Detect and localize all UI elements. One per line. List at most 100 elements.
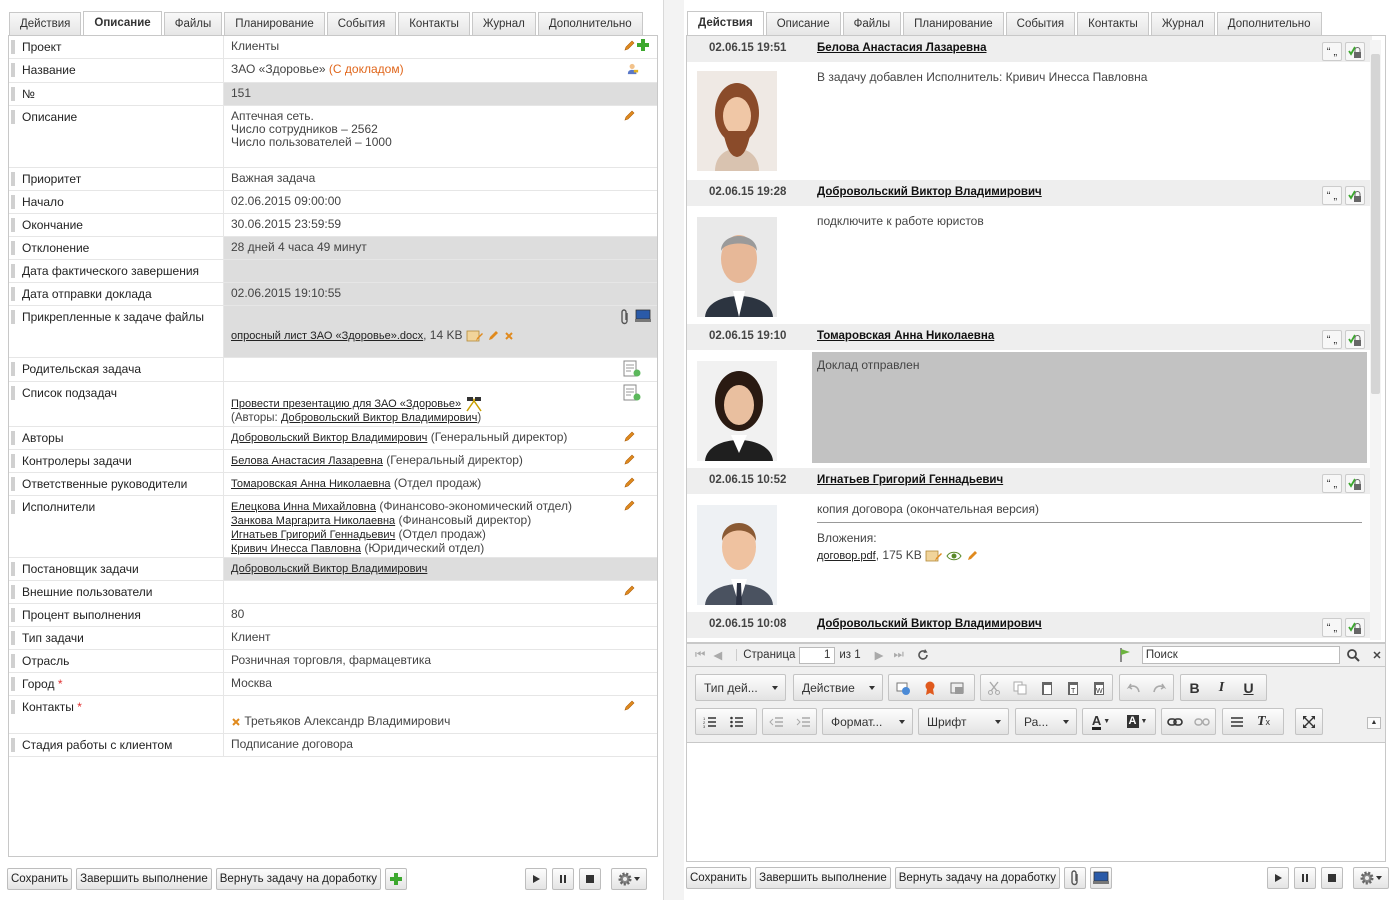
attachment-link[interactable]: договор.pdf bbox=[817, 550, 876, 562]
stop-button[interactable] bbox=[1321, 867, 1343, 889]
underline-icon[interactable]: U bbox=[1235, 674, 1262, 701]
edit-pencil-icon[interactable] bbox=[966, 550, 978, 562]
size-select[interactable]: Ра... bbox=[1015, 708, 1077, 735]
executor-link[interactable]: Елецкова Инна Михайловна bbox=[231, 501, 376, 513]
file-edit-icon[interactable] bbox=[925, 549, 943, 563]
settings-menu-button[interactable] bbox=[1353, 867, 1389, 889]
unlink-icon[interactable] bbox=[1189, 708, 1216, 735]
scanner-icon[interactable] bbox=[635, 309, 651, 323]
edit-pencil-icon[interactable] bbox=[623, 700, 635, 712]
undo-icon[interactable] bbox=[1120, 674, 1147, 701]
save-button[interactable]: Сохранить bbox=[7, 868, 73, 890]
collapse-toolbar-icon[interactable]: ▲ bbox=[1367, 717, 1381, 729]
entry-settings-button[interactable] bbox=[1345, 474, 1365, 493]
pause-button[interactable] bbox=[1294, 867, 1316, 889]
entry-settings-button[interactable] bbox=[1345, 618, 1365, 637]
play-button[interactable] bbox=[1267, 867, 1289, 889]
feed-scrollbar[interactable] bbox=[1370, 40, 1381, 640]
entry-settings-button[interactable] bbox=[1345, 42, 1365, 61]
settings-menu-button[interactable] bbox=[611, 868, 647, 890]
tab-planning[interactable]: Планирование bbox=[903, 12, 1004, 35]
paperclip-icon[interactable] bbox=[619, 309, 631, 325]
numbered-list-icon[interactable]: 123 bbox=[696, 708, 723, 735]
stop-button[interactable] bbox=[579, 868, 601, 890]
subtask-author-link[interactable]: Добровольский Виктор Владимирович bbox=[281, 412, 477, 424]
edit-pencil-icon[interactable] bbox=[623, 585, 635, 597]
entry-author-link[interactable]: Добровольский Виктор Владимирович bbox=[817, 186, 1042, 198]
tab-files[interactable]: Файлы bbox=[842, 12, 902, 35]
add-subtask-icon[interactable] bbox=[622, 384, 642, 402]
executor-link[interactable]: Игнатьев Григорий Геннадьевич bbox=[231, 529, 395, 541]
action-select[interactable]: Действие bbox=[793, 674, 883, 701]
eye-icon[interactable] bbox=[946, 550, 963, 562]
insert-comment-icon[interactable] bbox=[889, 674, 916, 701]
author-link[interactable]: Добровольский Виктор Владимирович bbox=[231, 432, 427, 444]
award-icon[interactable] bbox=[916, 674, 943, 701]
tab-planning[interactable]: Планирование bbox=[224, 12, 325, 35]
subtask-link[interactable]: Провести презентацию для ЗАО «Здоровье» bbox=[231, 398, 461, 410]
cut-icon[interactable] bbox=[981, 674, 1007, 701]
action-type-select[interactable]: Тип дей... bbox=[695, 674, 786, 701]
search-icon[interactable] bbox=[1346, 648, 1360, 662]
tab-additional[interactable]: Дополнительно bbox=[537, 12, 643, 35]
refresh-icon[interactable] bbox=[916, 648, 930, 662]
entry-author-link[interactable]: Игнатьев Григорий Геннадьевич bbox=[817, 474, 1003, 486]
entry-settings-button[interactable] bbox=[1345, 186, 1365, 205]
indent-icon[interactable] bbox=[790, 708, 817, 735]
scrollbar-thumb[interactable] bbox=[1371, 54, 1380, 394]
play-button[interactable] bbox=[525, 868, 547, 890]
tab-actions[interactable]: Действия bbox=[9, 12, 82, 35]
scan-button[interactable] bbox=[1089, 867, 1112, 889]
format-select[interactable]: Формат... bbox=[822, 708, 913, 735]
quote-button[interactable]: “ „ bbox=[1322, 186, 1342, 205]
edit-pencil-icon[interactable] bbox=[623, 477, 635, 489]
maximize-button[interactable] bbox=[1295, 708, 1323, 735]
edit-pencil-icon[interactable] bbox=[623, 110, 635, 122]
tab-additional[interactable]: Дополнительно bbox=[1216, 12, 1322, 35]
bold-icon[interactable]: B bbox=[1181, 674, 1208, 701]
entry-author-link[interactable]: Белова Анастасия Лазаревна bbox=[817, 42, 986, 54]
bullet-list-icon[interactable] bbox=[723, 708, 750, 735]
quote-button[interactable]: “ „ bbox=[1322, 42, 1342, 61]
tab-description[interactable]: Описание bbox=[83, 11, 162, 36]
italic-icon[interactable]: I bbox=[1208, 674, 1235, 701]
entry-settings-button[interactable] bbox=[1345, 330, 1365, 349]
clear-format-icon[interactable]: Tx bbox=[1250, 708, 1277, 735]
tab-journal[interactable]: Журнал bbox=[1150, 12, 1215, 35]
template-icon[interactable] bbox=[943, 674, 970, 701]
tab-journal[interactable]: Журнал bbox=[471, 12, 536, 35]
text-color-icon[interactable]: A ▼ bbox=[1083, 708, 1119, 735]
redo-icon[interactable] bbox=[1147, 674, 1174, 701]
page-number-input[interactable]: 1 bbox=[799, 646, 836, 664]
prev-page-icon[interactable]: ◀ bbox=[713, 648, 722, 662]
finish-execution-button[interactable]: Завершить выполнение bbox=[76, 868, 212, 890]
entry-author-link[interactable]: Томаровская Анна Николаевна bbox=[817, 330, 994, 342]
comment-editor[interactable] bbox=[686, 743, 1386, 862]
quote-button[interactable]: “ „ bbox=[1322, 474, 1342, 493]
background-color-icon[interactable]: A ▼ bbox=[1119, 708, 1155, 735]
attach-button[interactable] bbox=[1063, 867, 1086, 889]
file-edit-icon[interactable] bbox=[466, 329, 484, 343]
next-page-icon[interactable]: ▶ bbox=[875, 648, 884, 662]
add-button[interactable] bbox=[384, 868, 407, 890]
tab-events[interactable]: События bbox=[326, 12, 397, 35]
tab-events[interactable]: События bbox=[1005, 12, 1076, 35]
flag-icon[interactable] bbox=[1118, 647, 1132, 663]
tab-contacts[interactable]: Контакты bbox=[398, 12, 470, 35]
user-key-icon[interactable] bbox=[627, 63, 639, 75]
remove-x-icon[interactable] bbox=[231, 717, 241, 727]
search-input[interactable]: Поиск bbox=[1141, 646, 1340, 664]
paste-icon[interactable] bbox=[1033, 674, 1059, 701]
edit-pencil-icon[interactable] bbox=[487, 330, 499, 342]
outdent-icon[interactable] bbox=[763, 708, 790, 735]
tab-actions[interactable]: Действия bbox=[687, 11, 764, 36]
attached-file-link[interactable]: опросный лист ЗАО «Здоровье».docx bbox=[231, 330, 423, 342]
pause-button[interactable] bbox=[552, 868, 574, 890]
copy-icon[interactable] bbox=[1007, 674, 1033, 701]
clear-search-icon[interactable] bbox=[1372, 650, 1382, 660]
last-page-icon[interactable]: ⏭ bbox=[894, 649, 904, 662]
quote-button[interactable]: “ „ bbox=[1322, 618, 1342, 637]
finish-execution-button[interactable]: Завершить выполнение bbox=[755, 867, 891, 889]
save-button[interactable]: Сохранить bbox=[686, 867, 752, 889]
setter-link[interactable]: Добровольский Виктор Владимирович bbox=[231, 563, 427, 575]
